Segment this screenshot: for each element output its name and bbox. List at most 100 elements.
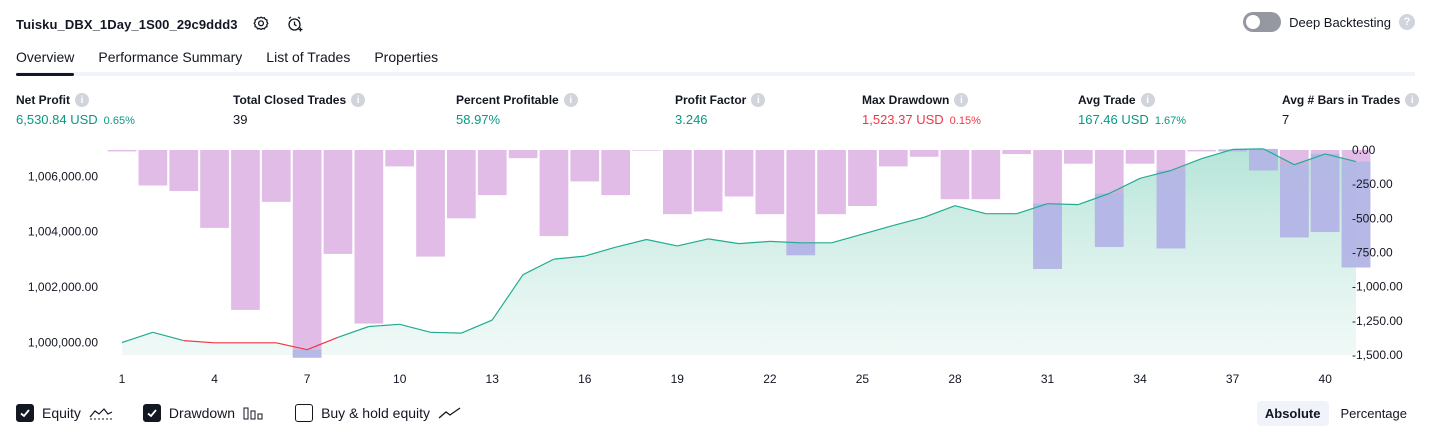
tab-properties[interactable]: Properties bbox=[374, 44, 438, 72]
mode-percentage[interactable]: Percentage bbox=[1333, 401, 1416, 426]
drawdown-bar bbox=[138, 150, 168, 186]
toggle-knob bbox=[1246, 15, 1261, 29]
drawdown-bar bbox=[940, 150, 970, 200]
x-axis-tick: 16 bbox=[578, 372, 592, 386]
drawdown-checkbox[interactable] bbox=[142, 404, 161, 422]
info-icon[interactable]: i bbox=[75, 93, 89, 107]
metric-value: 58.97% bbox=[456, 112, 501, 127]
mode-absolute[interactable]: Absolute bbox=[1256, 401, 1329, 426]
deep-backtesting-toggle[interactable] bbox=[1243, 12, 1282, 32]
drawdown-bar bbox=[909, 150, 939, 157]
drawdown-bar bbox=[354, 150, 384, 324]
drawdown-bar bbox=[601, 150, 630, 196]
metric-avg-bars: Avg # Bars in Trades i 7 bbox=[1282, 93, 1420, 127]
strategy-header: Tuisku_DBX_1Day_1S00_29c9ddd3 bbox=[16, 10, 306, 38]
deep-backtesting: Deep Backtesting ? bbox=[1243, 12, 1415, 32]
info-icon[interactable]: i bbox=[954, 93, 969, 107]
equity-line-segment bbox=[430, 331, 462, 334]
metric-label: Max Drawdown bbox=[862, 93, 950, 107]
drawdown-bar-overlap bbox=[292, 349, 322, 358]
help-icon[interactable]: ? bbox=[1399, 14, 1415, 30]
x-axis-tick: 40 bbox=[1319, 372, 1333, 386]
x-axis-tick: 31 bbox=[1041, 372, 1055, 386]
drawdown-bar bbox=[817, 150, 846, 215]
drawdown-bar bbox=[385, 150, 414, 167]
info-icon[interactable]: i bbox=[351, 93, 366, 107]
drawdown-bar bbox=[848, 150, 877, 206]
buy-hold-line-icon bbox=[438, 406, 462, 420]
x-axis-tick: 37 bbox=[1226, 372, 1240, 386]
deep-backtesting-label: Deep Backtesting bbox=[1289, 14, 1391, 30]
right-axis-tick: -1,000.00 bbox=[1352, 280, 1403, 294]
metric-label: Profit Factor bbox=[675, 93, 747, 107]
tab-bar: Overview Performance Summary List of Tra… bbox=[16, 44, 1415, 76]
drawdown-bar bbox=[261, 150, 291, 202]
x-axis-tick: 25 bbox=[856, 372, 870, 386]
strategy-name: Tuisku_DBX_1Day_1S00_29c9ddd3 bbox=[16, 16, 238, 32]
drawdown-bar bbox=[724, 150, 754, 197]
drawdown-bar-overlap bbox=[1094, 193, 1124, 247]
drawdown-bar bbox=[292, 150, 322, 358]
x-axis-tick: 13 bbox=[486, 372, 500, 386]
drawdown-bar bbox=[416, 150, 445, 257]
drawdown-bar bbox=[477, 150, 507, 196]
metric-value: 39 bbox=[233, 112, 248, 127]
legend-label: Drawdown bbox=[168, 405, 236, 421]
drawdown-bar bbox=[1064, 150, 1093, 164]
metric-max-drawdown: Max Drawdown i 1,523.37 USD 0.15% bbox=[862, 93, 981, 127]
alarm-clock-plus-icon[interactable] bbox=[284, 13, 306, 35]
x-axis-tick: 28 bbox=[948, 372, 962, 386]
tab-list-of-trades[interactable]: List of Trades bbox=[266, 44, 350, 72]
info-icon[interactable]: i bbox=[751, 93, 766, 107]
legend-label: Buy & hold equity bbox=[321, 405, 431, 421]
left-axis-tick: 1,000,000.00 bbox=[28, 336, 98, 350]
x-axis-tick: 7 bbox=[304, 372, 311, 386]
drawdown-bar bbox=[971, 150, 1001, 200]
equity-line-icon bbox=[89, 406, 113, 420]
right-axis-tick: -1,500.00 bbox=[1352, 348, 1403, 362]
x-axis-tick: 34 bbox=[1133, 372, 1147, 386]
tab-overview[interactable]: Overview bbox=[16, 44, 75, 76]
right-axis-tick: 0.00 bbox=[1352, 143, 1376, 157]
legend-buy-hold[interactable]: Buy & hold equity bbox=[295, 404, 462, 422]
drawdown-bar bbox=[1187, 150, 1217, 152]
x-axis-tick: 22 bbox=[763, 372, 777, 386]
metric-percent: 0.15% bbox=[949, 115, 981, 127]
gear-icon[interactable] bbox=[250, 13, 272, 35]
metric-label: Avg # Bars in Trades bbox=[1282, 93, 1401, 107]
equity-line-segment bbox=[1232, 148, 1264, 150]
right-axis-tick: -750.00 bbox=[1352, 246, 1393, 260]
tab-performance-summary[interactable]: Performance Summary bbox=[98, 44, 242, 72]
x-axis-tick: 10 bbox=[393, 372, 407, 386]
drawdown-bar bbox=[755, 150, 785, 215]
drawdown-bar bbox=[323, 150, 353, 254]
metric-total-closed-trades: Total Closed Trades i 39 bbox=[233, 93, 366, 127]
equity-checkbox[interactable] bbox=[16, 404, 34, 422]
drawdown-bar bbox=[508, 150, 538, 159]
metric-label: Avg Trade bbox=[1078, 93, 1136, 107]
info-icon[interactable]: i bbox=[1140, 93, 1155, 107]
drawdown-bar-overlap bbox=[1280, 164, 1309, 238]
legend-drawdown[interactable]: Drawdown bbox=[142, 404, 265, 422]
drawdown-bar bbox=[570, 150, 600, 182]
drawdown-bar-overlap bbox=[1310, 153, 1340, 232]
drawdown-bar bbox=[231, 150, 260, 310]
info-icon[interactable]: i bbox=[1405, 93, 1420, 107]
drawdown-bar-overlap bbox=[1033, 203, 1062, 269]
metric-value: 3.246 bbox=[675, 112, 708, 127]
drawdown-bar bbox=[786, 150, 816, 256]
right-axis-tick: -1,250.00 bbox=[1352, 314, 1403, 328]
left-axis: 1,006,000.00 1,004,000.00 1,002,000.00 1,00… bbox=[28, 169, 98, 349]
metric-value: 1,523.37 USD bbox=[862, 112, 944, 127]
metric-value: 167.46 USD bbox=[1078, 112, 1149, 127]
metric-label: Net Profit bbox=[16, 93, 70, 107]
drawdown-bars-icon bbox=[243, 406, 265, 420]
metric-avg-trade: Avg Trade i 167.46 USD 1.67% bbox=[1078, 93, 1186, 127]
info-icon[interactable]: i bbox=[563, 93, 578, 107]
x-axis-tick: 4 bbox=[211, 372, 218, 386]
metric-profit-factor: Profit Factor i 3.246 bbox=[675, 93, 766, 127]
buy-hold-checkbox[interactable] bbox=[295, 404, 314, 422]
equity-drawdown-chart[interactable]: 1,006,000.00 1,004,000.00 1,002,000.00 1,00… bbox=[0, 138, 1431, 396]
drawdown-bar bbox=[1002, 150, 1031, 155]
legend-equity[interactable]: Equity bbox=[16, 404, 113, 422]
